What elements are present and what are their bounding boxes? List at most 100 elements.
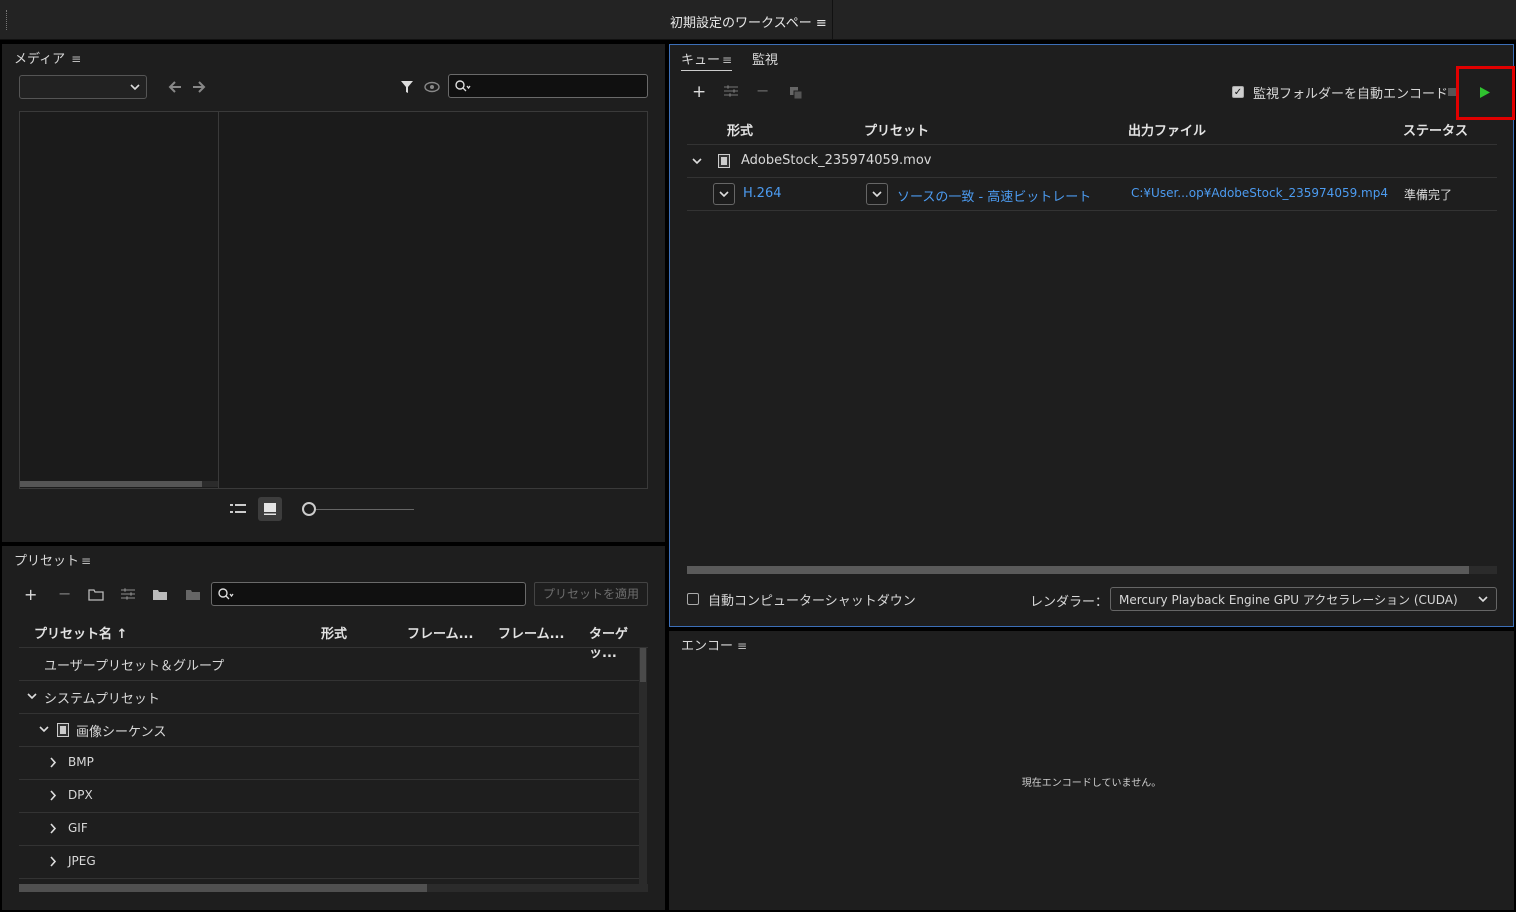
zoom-slider[interactable]	[308, 509, 414, 510]
format-dropdown-button[interactable]	[713, 183, 735, 205]
chevron-down-icon	[719, 191, 729, 198]
queue-menu-icon[interactable]: ≡	[722, 53, 732, 67]
queue-panel: キュー ≡ 監視 + − ✓ 監視フォルダーを自動エンコード 形式 プリセット 出…	[669, 44, 1514, 627]
apply-preset-button[interactable]: プリセットを適用	[534, 582, 648, 606]
chevron-right-icon[interactable]	[50, 823, 57, 834]
chevron-down-icon[interactable]	[692, 158, 702, 165]
column-header-output[interactable]: 出力ファイル	[1128, 120, 1206, 139]
thumbnail-view-button[interactable]	[258, 497, 282, 521]
chevron-down-icon[interactable]	[27, 693, 37, 700]
list-view-icon[interactable]	[230, 503, 246, 515]
renderer-label: レンダラー：	[1030, 595, 1109, 610]
source-file-name: AdobeStock_235974059.mov	[741, 153, 932, 168]
preset-table-header: プリセット名 ↑ 形式 フレーム... フレーム... ターゲッ...	[19, 616, 648, 661]
duplicate-icon[interactable]	[789, 86, 803, 100]
presets-menu-icon[interactable]: ≡	[81, 554, 91, 568]
forward-arrow-icon[interactable]	[192, 81, 206, 93]
list-item-label: BMP	[68, 755, 94, 769]
add-source-icon[interactable]: +	[692, 82, 706, 102]
preset-link[interactable]: ソースの一致 - 高速ビットレート	[897, 186, 1091, 205]
film-icon	[718, 154, 730, 168]
renderer-value: Mercury Playback Engine GPU アクセラレーション (C…	[1119, 593, 1458, 607]
media-browser[interactable]	[19, 111, 648, 489]
list-item[interactable]: DPX	[19, 780, 639, 813]
column-header-preset-name-label: プリセット名	[34, 627, 113, 642]
chevron-down-icon[interactable]	[39, 726, 49, 733]
preset-dropdown-button[interactable]	[866, 183, 888, 205]
tab-queue[interactable]: キュー ≡	[681, 49, 733, 71]
list-item[interactable]: システムプリセット	[19, 681, 639, 714]
search-icon	[218, 588, 234, 600]
settings-sliders-icon[interactable]	[121, 588, 135, 600]
remove-icon[interactable]: −	[756, 81, 769, 100]
encoding-menu-icon[interactable]: ≡	[737, 639, 747, 653]
media-location-dropdown[interactable]	[19, 75, 147, 99]
presets-title-label: プリセット	[14, 554, 80, 569]
chevron-right-icon[interactable]	[50, 757, 57, 768]
media-search-input[interactable]	[448, 74, 648, 98]
column-header-status[interactable]: ステータス	[1403, 120, 1468, 139]
new-group-icon[interactable]	[88, 587, 104, 601]
list-item-label: DPX	[68, 788, 93, 802]
column-header-format[interactable]: 形式	[321, 623, 347, 642]
vertical-scrollbar[interactable]	[639, 648, 647, 884]
list-item[interactable]: 画像シーケンス	[19, 714, 639, 747]
column-header-frame-rate[interactable]: フレーム...	[498, 623, 564, 642]
tab-queue-label: キュー	[681, 53, 721, 68]
list-item[interactable]: ユーザープリセット＆グループ	[19, 648, 639, 681]
film-icon	[57, 723, 69, 737]
list-item-label: GIF	[68, 821, 88, 835]
search-icon	[455, 80, 471, 92]
zoom-slider-handle[interactable]	[302, 502, 316, 516]
scrollbar[interactable]	[20, 481, 218, 487]
thumbnail-view-icon	[264, 503, 276, 515]
encoding-status-message: 現在エンコードしていません。	[1021, 778, 1162, 789]
tab-watch-folders[interactable]: 監視	[752, 49, 778, 68]
list-item-label: 画像シーケンス	[76, 725, 167, 740]
menu-icon[interactable]: ≡	[816, 16, 827, 31]
media-panel: メディア ≡	[2, 44, 665, 542]
minus-icon[interactable]: −	[58, 584, 71, 603]
list-item[interactable]: JPEG	[19, 846, 639, 879]
renderer-dropdown[interactable]: Mercury Playback Engine GPU アクセラレーション (C…	[1110, 587, 1497, 611]
auto-encode-checkbox[interactable]: ✓	[1232, 86, 1244, 98]
status-text: 準備完了	[1404, 188, 1453, 202]
media-menu-icon[interactable]: ≡	[71, 52, 81, 66]
output-file-link[interactable]: C:¥User...op¥AdobeStock_235974059.mp4	[1131, 186, 1388, 200]
preset-search-input[interactable]	[211, 582, 526, 606]
chevron-down-icon	[872, 191, 882, 198]
column-header-preset[interactable]: プリセット	[864, 120, 929, 139]
divider	[832, 0, 833, 40]
eye-icon[interactable]	[424, 81, 440, 93]
export-preset-icon[interactable]	[185, 587, 201, 601]
start-button-highlight	[1456, 66, 1515, 120]
output-row[interactable]: H.264 ソースの一致 - 高速ビットレート C:¥User...op¥Ado…	[687, 178, 1497, 211]
media-title-label: メディア	[14, 52, 66, 67]
source-row[interactable]: AdobeStock_235974059.mov	[687, 145, 1497, 178]
list-item[interactable]: GIF	[19, 813, 639, 846]
settings-sliders-icon[interactable]	[724, 85, 738, 97]
column-header-preset-name[interactable]: プリセット名 ↑	[34, 623, 127, 642]
chevron-down-icon	[1478, 596, 1488, 603]
workspace-title-label: 初期設定のワークスペー	[670, 16, 812, 31]
drag-grip[interactable]	[6, 10, 9, 30]
encoding-title: エンコー ≡	[681, 635, 747, 654]
back-arrow-icon[interactable]	[168, 81, 182, 93]
column-header-format[interactable]: 形式	[727, 120, 753, 139]
workspace-bar: 初期設定のワークスペー ≡	[0, 0, 1516, 40]
stop-icon[interactable]	[1448, 88, 1456, 96]
media-title: メディア ≡	[14, 48, 81, 67]
horizontal-scrollbar[interactable]	[19, 884, 648, 892]
chevron-right-icon[interactable]	[50, 856, 57, 867]
list-item[interactable]: BMP	[19, 747, 639, 780]
format-link[interactable]: H.264	[743, 186, 782, 201]
import-preset-icon[interactable]	[152, 587, 168, 601]
filter-icon[interactable]	[400, 80, 414, 94]
chevron-right-icon[interactable]	[50, 790, 57, 801]
add-icon[interactable]: +	[24, 585, 37, 604]
workspace-title[interactable]: 初期設定のワークスペー ≡	[670, 12, 827, 31]
horizontal-scrollbar[interactable]	[687, 566, 1497, 574]
list-item-label: システムプリセット	[44, 692, 160, 707]
column-header-frame-size[interactable]: フレーム...	[407, 623, 473, 642]
auto-shutdown-checkbox[interactable]	[687, 593, 699, 605]
